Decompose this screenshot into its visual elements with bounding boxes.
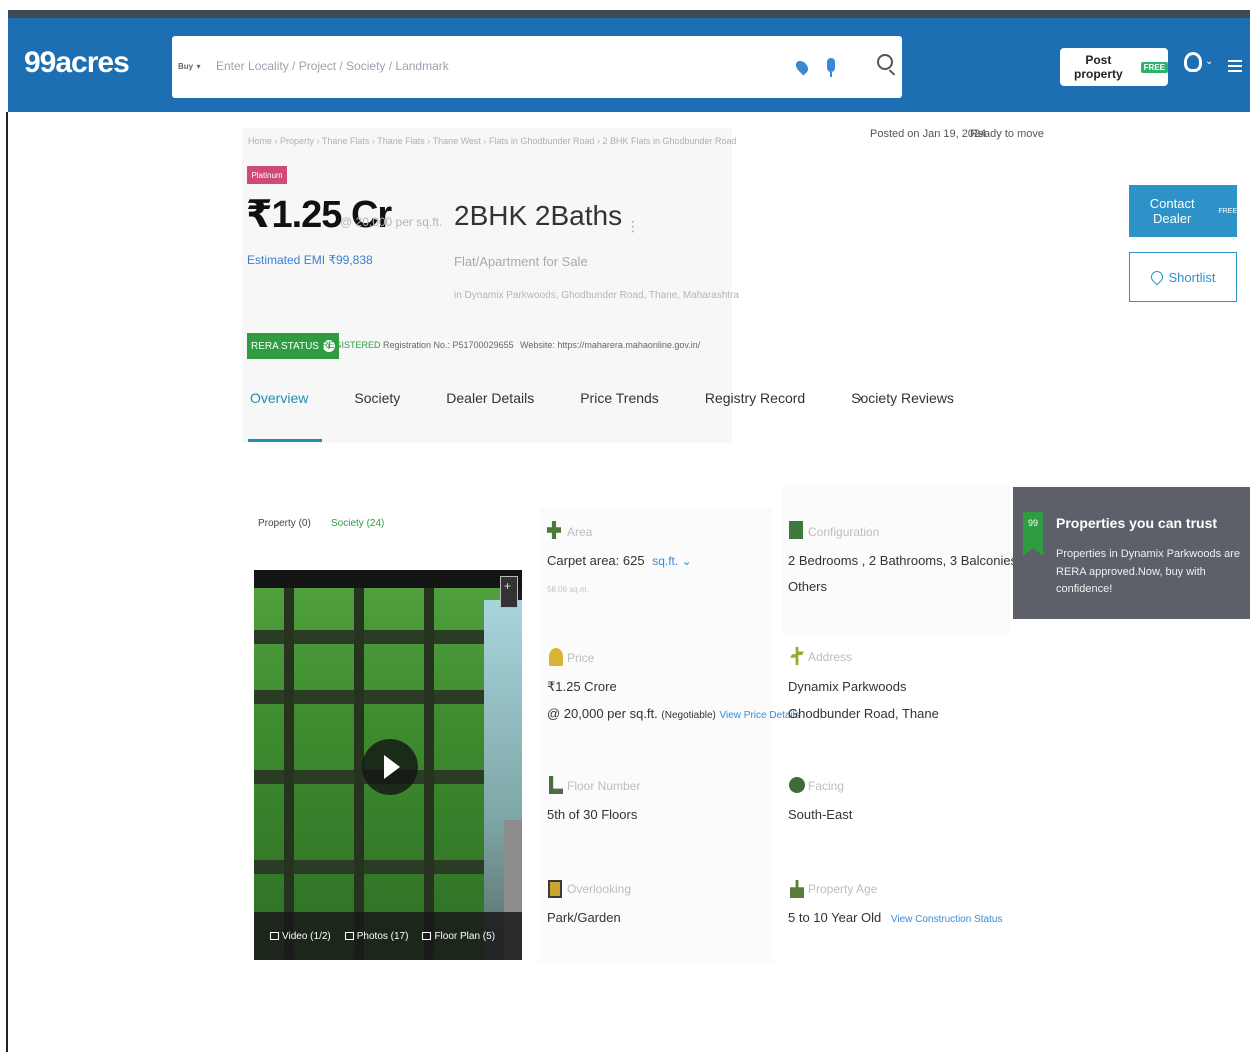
media-tab-society[interactable]: Society (24) — [331, 518, 384, 529]
overlooking-label: Overlooking — [567, 882, 632, 896]
free-tag: FREE — [1140, 61, 1168, 73]
tab-price-trends[interactable]: Price Trends — [580, 382, 659, 432]
price-negotiable: (Negotiable) — [661, 710, 716, 721]
contact-dealer-button[interactable]: Contact Dealer FREE — [1129, 185, 1237, 237]
floor-number-value: 5th of 30 Floors — [547, 807, 638, 822]
video-icon — [270, 932, 279, 940]
search-bar: Buy ▾ — [172, 36, 902, 98]
zoom-icon[interactable] — [500, 576, 518, 608]
floor-plan-icon — [422, 932, 432, 940]
floor-number-label: Floor Number — [567, 779, 641, 793]
chevron-down-icon: ⌄ — [681, 554, 692, 568]
rera-website[interactable]: Website: https://maharera.mahaonline.gov… — [520, 340, 700, 350]
property-age-icon — [790, 880, 804, 898]
media-category-bar: Video (1/2) Photos (17) Floor Plan (5) — [254, 912, 522, 960]
window-top-border — [8, 10, 1250, 18]
address-value-line-1: Dynamix Parkwoods — [788, 679, 907, 694]
post-property-button[interactable]: Post property FREE — [1060, 48, 1168, 86]
configuration-label: Configuration — [808, 525, 880, 539]
property-age-label: Property Age — [808, 882, 878, 896]
price-per-sqft: @ 20,000 per sq.ft. — [340, 215, 443, 229]
trust-title: Properties you can trust — [1056, 515, 1218, 531]
search-icon[interactable] — [877, 54, 893, 70]
trust-text: Properties in Dynamix Parkwoods are RERA… — [1056, 548, 1241, 596]
floor-plan-count-button[interactable]: Floor Plan (5) — [422, 931, 495, 942]
search-input[interactable] — [216, 54, 776, 78]
location-icon[interactable] — [793, 58, 811, 76]
price-value: ₹1.25 Crore — [547, 679, 617, 694]
floor-plan-count-label: Floor Plan (5) — [434, 930, 496, 942]
rera-status-label: RERA STATUS — [251, 340, 319, 352]
property-location: in Dynamix Parkwoods, Ghodbunder Road, T… — [454, 290, 739, 301]
facing-value: South-East — [788, 807, 853, 822]
frame-border — [6, 112, 8, 1052]
compass-icon — [789, 777, 805, 793]
site-logo[interactable]: 99acres — [24, 46, 130, 80]
photo-icon — [344, 932, 354, 940]
platinum-badge: Platinum — [247, 166, 287, 184]
estimated-emi-link[interactable]: Estimated EMI ₹99,838 — [247, 253, 373, 267]
free-tag: FREE — [1218, 207, 1237, 215]
overlooking-window-icon — [548, 880, 562, 898]
play-video-icon[interactable] — [362, 739, 418, 795]
building-column — [424, 588, 434, 960]
area-label: Area — [567, 525, 593, 539]
search-mode-label: Buy — [178, 62, 194, 71]
price-icon — [549, 648, 563, 666]
address-value-line-2: Ghodbunder Road, Thane — [788, 706, 939, 721]
price-rate-text: @ 20,000 per sq.ft. — [547, 706, 658, 721]
media-tab-property[interactable]: Property (0) — [258, 518, 311, 529]
post-property-label: Post property — [1073, 53, 1123, 81]
tab-dealer-details[interactable]: Dealer Details — [446, 382, 534, 432]
address-signpost-icon — [790, 647, 804, 665]
building-column — [284, 588, 294, 960]
configuration-icon — [789, 521, 803, 539]
price-label: Price — [567, 651, 595, 665]
shortlist-button[interactable]: Shortlist — [1129, 252, 1237, 302]
search-mode-dropdown[interactable]: Buy ▾ — [178, 58, 200, 72]
photos-count-label: Photos (17) — [356, 930, 409, 942]
rera-registered-label: REGISTERED — [322, 340, 381, 350]
posted-date: Posted on Jan 19, 2024 — [870, 128, 987, 140]
configuration-title: 2BHK 2Baths — [454, 200, 623, 231]
property-age-value: 5 to 10 Year Old View Construction Statu… — [788, 910, 1002, 925]
area-value-text: Carpet area: 625 — [547, 553, 645, 568]
facing-label: Facing — [808, 779, 845, 793]
photos-count-button[interactable]: Photos (17) — [344, 930, 409, 942]
heart-icon — [1148, 268, 1166, 286]
registration-number: Registration No.: P51700029655 — [383, 340, 514, 350]
video-count-button[interactable]: Video (1/2) — [270, 931, 331, 942]
configuration-value-line-1: 2 Bedrooms , 2 Bathrooms, 3 Balconies wi… — [788, 553, 1044, 568]
address-label: Address — [808, 650, 853, 664]
hamburger-menu-icon[interactable] — [1228, 60, 1242, 72]
property-age-text: 5 to 10 Year Old — [788, 910, 882, 925]
area-unit-dropdown[interactable]: sq.ft. ⌄ — [652, 554, 691, 568]
tab-society[interactable]: Society — [354, 382, 400, 432]
possession-status: Ready to move — [970, 128, 1044, 140]
overlooking-value: Park/Garden — [547, 910, 621, 925]
area-value: Carpet area: 625 sq.ft. ⌄ — [547, 553, 692, 568]
more-options-icon[interactable]: ⋮ — [626, 218, 640, 235]
price-rate-line: @ 20,000 per sq.ft. (Negotiable) View Pr… — [547, 706, 800, 721]
chevron-down-icon[interactable]: ⌄ — [1205, 56, 1213, 67]
breadcrumb[interactable]: Home › Property › Thane Flats › Thane Fl… — [248, 136, 737, 146]
video-count-label: Video (1/2) — [282, 930, 331, 942]
area-secondary-unit: 58.06 sq.m. — [547, 585, 589, 594]
view-construction-status-link[interactable]: View Construction Status — [891, 914, 1003, 925]
chevron-down-icon: ▾ — [196, 62, 201, 71]
media-top-band — [254, 570, 522, 588]
user-icon[interactable] — [1184, 52, 1202, 72]
listing-tabs: Overview Society Dealer Details Price Tr… — [247, 382, 954, 442]
contact-dealer-label: Contact Dealer — [1149, 196, 1195, 226]
shortlist-label: Shortlist — [1168, 269, 1216, 285]
tab-registry-record[interactable]: Registry Record — [705, 382, 805, 432]
area-unit-label: sq.ft. — [652, 554, 679, 568]
chevron-right-icon[interactable]: › — [858, 390, 862, 405]
tab-society-reviews[interactable]: Society Reviews — [851, 382, 954, 432]
configuration-value-line-2: Others — [788, 579, 828, 594]
tab-overview[interactable]: Overview — [247, 382, 323, 442]
microphone-icon[interactable] — [827, 58, 835, 77]
property-type: Flat/Apartment for Sale — [454, 254, 588, 269]
